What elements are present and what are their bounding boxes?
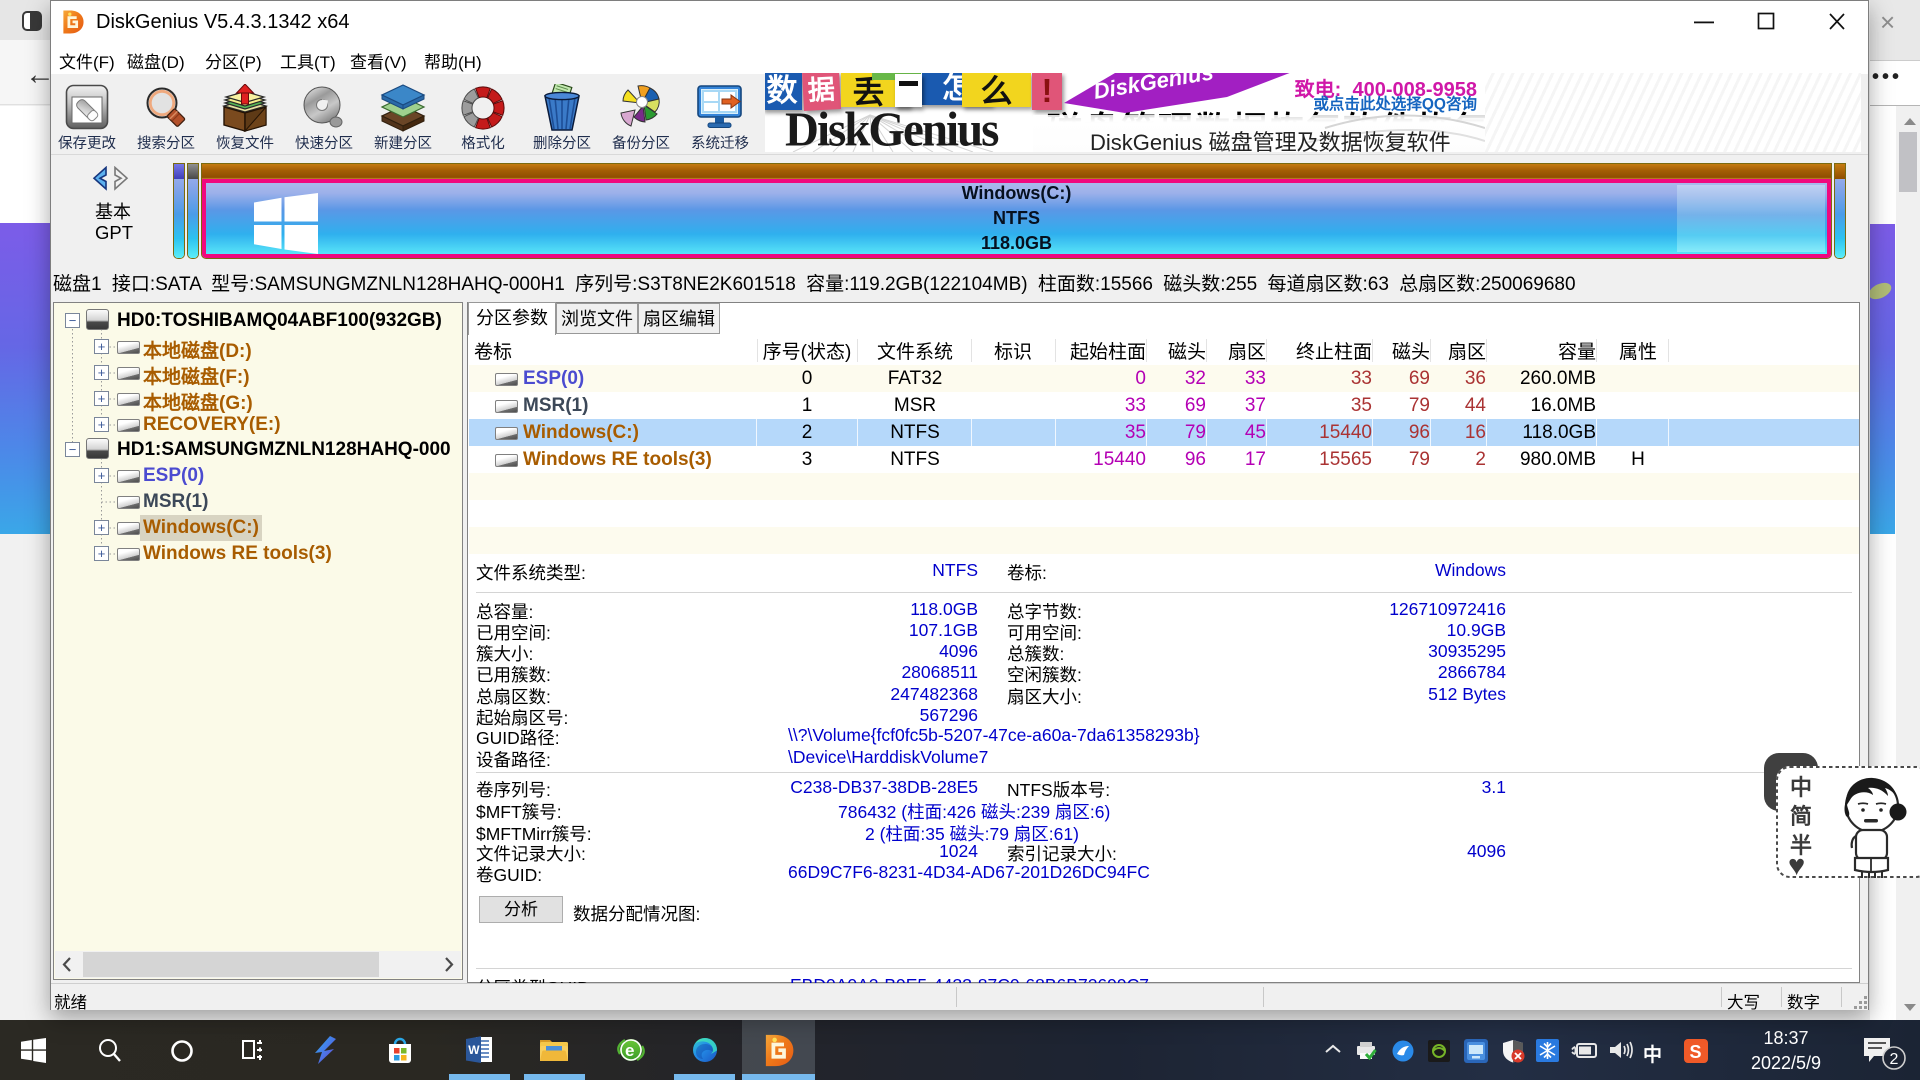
- svg-text:S: S: [1690, 1042, 1702, 1062]
- svg-text:W: W: [468, 1043, 480, 1057]
- svg-text:2: 2: [1890, 1051, 1899, 1068]
- svg-text:e: e: [625, 1041, 634, 1060]
